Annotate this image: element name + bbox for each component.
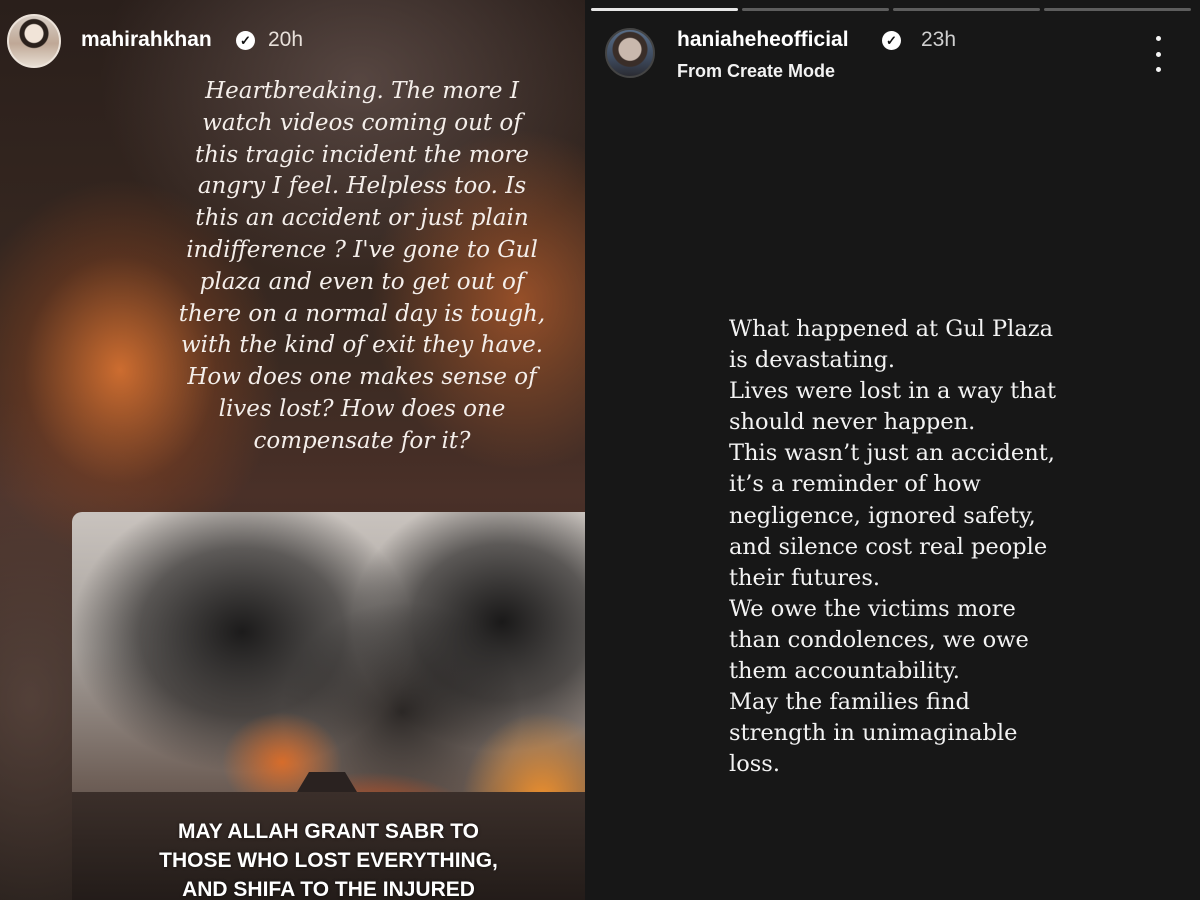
image-caption: MAY ALLAH GRANT SABR TO THOSE WHO LOST E…	[72, 817, 585, 900]
story-text-line: them accountability.	[729, 658, 960, 685]
story-text-line: Lives were lost in a way that	[729, 378, 1057, 405]
story-text-line: strength in unimaginable	[729, 720, 1018, 747]
story-text-line: loss.	[729, 751, 780, 778]
left-story-text: Heartbreaking. The more I watch videos c…	[178, 78, 546, 454]
right-story-text: What happened at Gul Plaza is devastatin…	[729, 314, 1149, 780]
caption-line: AND SHIFA TO THE INJURED	[182, 878, 475, 900]
verified-badge-icon: ✓	[236, 31, 255, 50]
left-username[interactable]: mahirahkhan	[81, 28, 212, 52]
story-text-line: May the families find	[729, 689, 970, 716]
story-progress-bar	[591, 8, 1191, 11]
verified-badge-icon: ✓	[882, 31, 901, 50]
mahirahkhan-avatar[interactable]	[7, 14, 61, 68]
right-story-panel[interactable]: haniaheheofficial ✓ 23h From Create Mode…	[585, 0, 1200, 900]
haniaheheofficial-avatar[interactable]	[605, 28, 655, 78]
story-text-line: is devastating.	[729, 347, 896, 374]
story-text-line: We owe the victims more	[729, 595, 1016, 622]
left-story-panel[interactable]: mahirahkhan ✓ 20h Heartbreaking. The mor…	[0, 0, 585, 900]
story-text-line: and silence cost real people	[729, 533, 1048, 560]
story-text-line: it’s a reminder of how	[729, 471, 981, 498]
story-text-line: their futures.	[729, 564, 881, 591]
progress-segment	[893, 8, 1040, 11]
caption-line: MAY ALLAH GRANT SABR TO	[177, 820, 479, 843]
progress-segment	[742, 8, 889, 11]
progress-segment	[1044, 8, 1191, 11]
story-text-line: should never happen.	[729, 409, 976, 436]
more-options-icon[interactable]	[1148, 36, 1168, 72]
story-text-line: This wasn’t just an accident,	[729, 440, 1055, 467]
right-username[interactable]: haniaheheofficial	[677, 28, 849, 52]
story-text-line: than condolences, we owe	[729, 626, 1029, 653]
story-text-line: What happened at Gul Plaza	[729, 316, 1054, 342]
story-subtitle: From Create Mode	[677, 61, 836, 81]
story-text-line: negligence, ignored safety,	[729, 502, 1036, 529]
progress-segment	[591, 8, 738, 11]
right-story-time: 23h	[921, 28, 957, 51]
fire-image-card: MAY ALLAH GRANT SABR TO THOSE WHO LOST E…	[72, 512, 585, 900]
left-story-time: 20h	[268, 28, 304, 51]
caption-line: THOSE WHO LOST EVERYTHING,	[159, 849, 498, 872]
